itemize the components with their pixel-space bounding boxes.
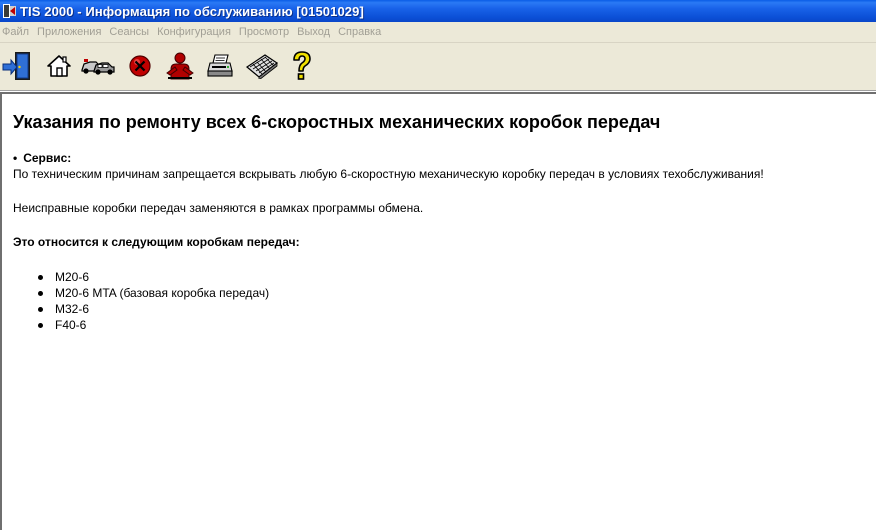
menu-help[interactable]: Справка xyxy=(335,22,386,42)
menu-configuration[interactable]: Конфигурация xyxy=(154,22,236,42)
home-button[interactable] xyxy=(41,49,77,83)
menu-view[interactable]: Просмотр xyxy=(236,22,294,42)
cars-icon xyxy=(80,54,116,78)
help-button[interactable] xyxy=(284,49,320,83)
bullet-dot xyxy=(38,323,43,328)
stop-icon xyxy=(128,54,152,78)
gearbox-list: M20-6 M20-6 MTA (базовая коробка передач… xyxy=(13,269,873,333)
print-button[interactable] xyxy=(202,49,238,83)
bullet-dot xyxy=(38,307,43,312)
document: Указания по ремонту всех 6-скоростных ме… xyxy=(13,110,873,333)
exit-door-icon xyxy=(2,50,34,82)
service-heading: • Сервис: xyxy=(13,151,873,166)
user-button[interactable] xyxy=(162,49,198,83)
menu-file[interactable]: Файл xyxy=(0,22,34,42)
bullet-dot xyxy=(38,275,43,280)
app-window: TIS 2000 - Информацяя по обслуживанию [0… xyxy=(0,0,876,530)
toolbar xyxy=(0,43,876,89)
menu-sessions[interactable]: Сеансы xyxy=(106,22,154,42)
menu-bar: Файл Приложения Сеансы Конфигурация Прос… xyxy=(0,22,876,43)
gearbox-model: M32-6 xyxy=(55,302,90,316)
window-title: TIS 2000 - Информацяя по обслуживанию [0… xyxy=(20,3,364,19)
list-item: M32-6 xyxy=(38,301,873,317)
gearbox-model: F40-6 xyxy=(55,318,87,332)
service-bullet: • xyxy=(13,151,18,165)
home-icon xyxy=(46,53,72,79)
person-icon xyxy=(165,51,195,81)
document-view[interactable]: Указания по ремонту всех 6-скоростных ме… xyxy=(0,92,876,530)
app-icon xyxy=(3,3,17,19)
list-item: F40-6 xyxy=(38,317,873,333)
document-title: Указания по ремонту всех 6-скоростных ме… xyxy=(13,112,661,132)
keyboard-button[interactable] xyxy=(244,49,280,83)
bullet-dot xyxy=(38,291,43,296)
help-question-icon xyxy=(289,50,315,82)
exit-button[interactable] xyxy=(0,49,36,83)
vehicle-button[interactable] xyxy=(80,49,116,83)
paragraph-applies-to: Это относится к следующим коробкам перед… xyxy=(13,235,300,249)
menu-exit[interactable]: Выход xyxy=(294,22,335,42)
list-item: M20-6 MTA (базовая коробка передач) xyxy=(38,285,873,301)
title-bar: TIS 2000 - Информацяя по обслуживанию [0… xyxy=(0,0,876,22)
printer-icon xyxy=(206,53,234,79)
paragraph-exchange: Неисправные коробки передач заменяются в… xyxy=(13,201,424,215)
keyboard-icon xyxy=(245,53,279,79)
stop-button[interactable] xyxy=(122,49,158,83)
gearbox-model: M20-6 xyxy=(55,270,90,284)
service-label: Сервис: xyxy=(23,151,72,165)
list-item: M20-6 xyxy=(38,269,873,285)
gearbox-model: M20-6 MTA (базовая коробка передач) xyxy=(55,286,270,300)
paragraph-warning: По техническим причинам запрещается вскр… xyxy=(13,167,764,181)
menu-applications[interactable]: Приложения xyxy=(34,22,106,42)
